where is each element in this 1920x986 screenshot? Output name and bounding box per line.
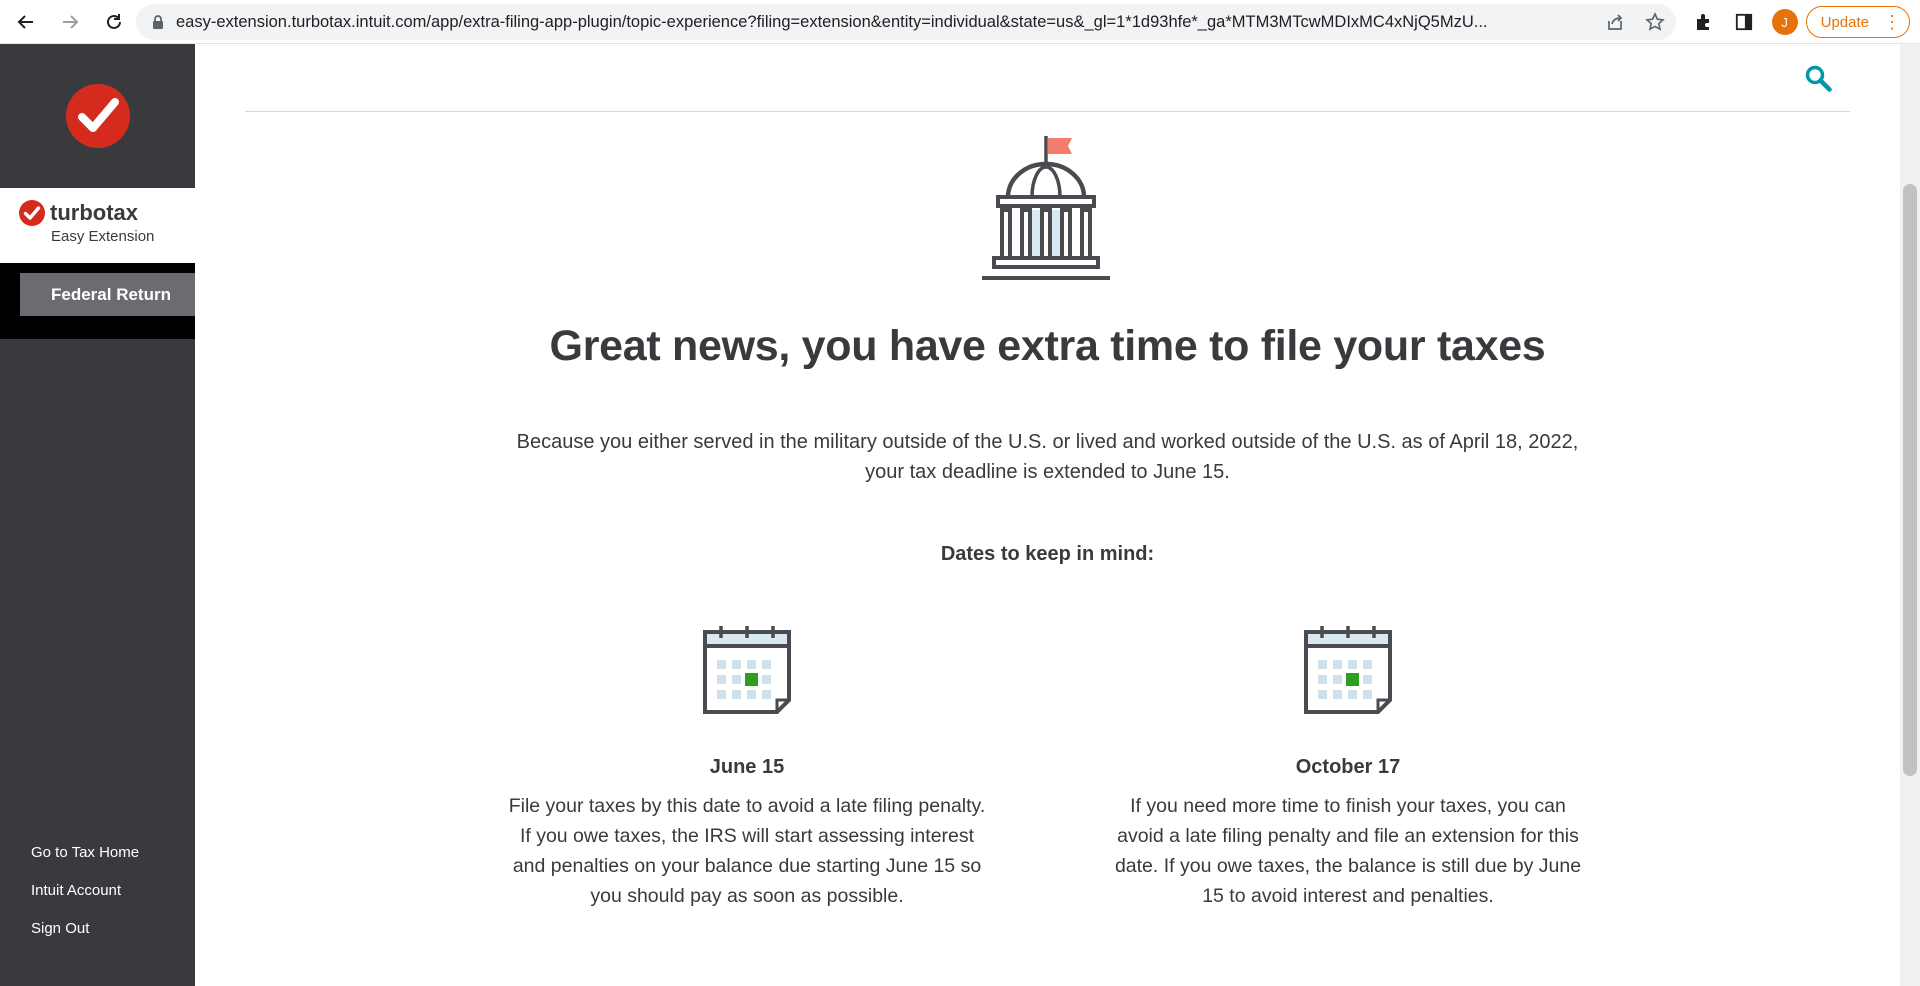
browser-toolbar: easy-extension.turbotax.intuit.com/app/e… xyxy=(0,0,1920,44)
date-card-june: June 15 File your taxes by this date to … xyxy=(492,624,1002,911)
date-description: If you need more time to finish your tax… xyxy=(1093,791,1603,911)
profile-avatar[interactable]: J xyxy=(1771,9,1798,35)
desc-line: you should pay as soon as possible. xyxy=(590,885,904,907)
sidebar: turbotax Easy Extension Federal Return G… xyxy=(0,44,195,986)
sidebar-links: Go to Tax Home Intuit Account Sign Out xyxy=(31,844,139,958)
brand-subtitle: Easy Extension xyxy=(51,228,155,245)
scrollbar-thumb[interactable] xyxy=(1903,184,1917,776)
side-panel-icon[interactable] xyxy=(1724,2,1764,42)
turbotax-small-check-icon xyxy=(19,200,45,226)
intro-line-2: your tax deadline is extended to June 15… xyxy=(865,461,1230,483)
intro-line-1: Because you either served in the militar… xyxy=(516,431,1579,453)
back-arrow-icon xyxy=(17,14,33,29)
back-button[interactable] xyxy=(8,4,44,40)
date-description: File your taxes by this date to avoid a … xyxy=(492,791,1002,911)
update-label: Update xyxy=(1820,13,1869,31)
date-title: October 17 xyxy=(1295,756,1401,778)
url-text[interactable]: easy-extension.turbotax.intuit.com/app/e… xyxy=(176,13,1586,32)
nav-section: Federal Return xyxy=(0,263,195,339)
main-content: Great news, you have extra time to file … xyxy=(195,44,1900,986)
lock-icon xyxy=(153,15,163,29)
page-headline: Great news, you have extra time to file … xyxy=(549,322,1546,370)
desc-line: and penalties on your balance due starti… xyxy=(512,855,982,877)
date-title: June 15 xyxy=(709,756,785,778)
turbotax-check-logo-icon xyxy=(65,84,130,148)
intuit-account-link[interactable]: Intuit Account xyxy=(31,882,139,920)
bookmark-star-icon[interactable] xyxy=(1644,11,1666,33)
desc-line: avoid a late filing penalty and file an … xyxy=(1117,825,1579,847)
calendar-icon xyxy=(703,626,791,714)
address-bar[interactable]: easy-extension.turbotax.intuit.com/app/e… xyxy=(136,4,1676,40)
header-divider xyxy=(245,111,1850,112)
date-card-october: October 17 If you need more time to fini… xyxy=(1093,624,1603,911)
search-icon[interactable] xyxy=(1804,64,1834,94)
sign-out-link[interactable]: Sign Out xyxy=(31,920,139,958)
more-vert-icon: ⋮ xyxy=(1883,12,1901,32)
forward-button[interactable] xyxy=(52,4,88,40)
forward-arrow-icon xyxy=(63,14,79,29)
scrollbar[interactable] xyxy=(1900,44,1920,986)
calendar-icon xyxy=(1304,626,1392,714)
go-to-tax-home-link[interactable]: Go to Tax Home xyxy=(31,844,139,882)
reload-button[interactable] xyxy=(96,4,132,40)
brand-name: turbotax xyxy=(50,200,138,225)
reload-icon xyxy=(107,13,121,29)
update-button[interactable]: Update ⋮ xyxy=(1805,6,1910,38)
federal-return-button[interactable]: Federal Return xyxy=(20,273,195,316)
desc-line: 15 to avoid interest and penalties. xyxy=(1202,885,1494,907)
desc-line: If you owe taxes, the IRS will start ass… xyxy=(519,825,975,847)
government-building-icon xyxy=(982,136,1110,280)
extensions-puzzle-icon[interactable] xyxy=(1684,2,1724,42)
brand-block: turbotax Easy Extension xyxy=(0,188,195,263)
intro-text: Because you either served in the militar… xyxy=(495,427,1600,487)
share-icon[interactable] xyxy=(1604,11,1626,33)
desc-line: If you need more time to finish your tax… xyxy=(1130,795,1566,817)
dates-heading: Dates to keep in mind: xyxy=(940,543,1155,565)
turbotax-logo[interactable] xyxy=(0,44,195,188)
desc-line: File your taxes by this date to avoid a … xyxy=(508,795,986,817)
desc-line: date. If you owe taxes, the balance is s… xyxy=(1114,855,1582,877)
